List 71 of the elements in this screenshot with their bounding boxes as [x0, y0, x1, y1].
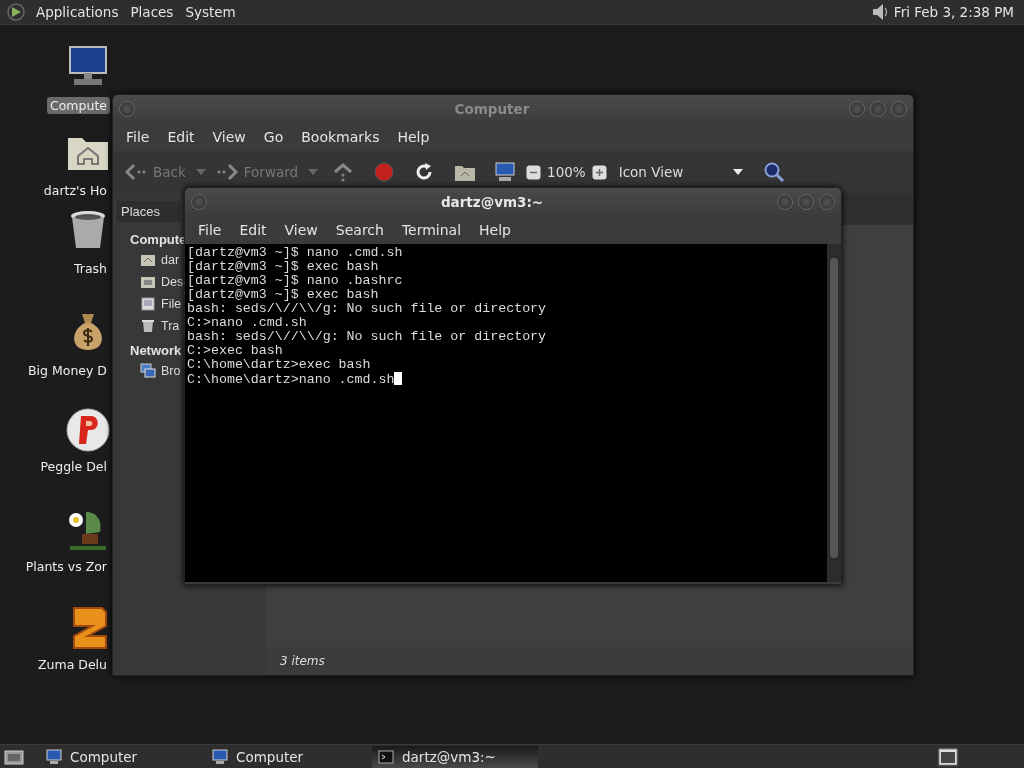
desktop-icon-label[interactable]: Trash: [70, 260, 110, 277]
panel-menu[interactable]: System: [179, 4, 242, 20]
window-title: Computer: [453, 101, 531, 117]
sidebar-item[interactable]: Tra: [161, 319, 180, 333]
panel-menu[interactable]: Places: [124, 4, 180, 20]
terminal-icon: [378, 749, 394, 765]
clock[interactable]: Fri Feb 3, 2:38 PM: [889, 4, 1024, 20]
network-icon[interactable]: [140, 363, 156, 379]
sidebar-item[interactable]: File: [161, 297, 182, 311]
terminal-line: bash: seds/\//\\/g: No such file or directory: [187, 329, 547, 344]
menu-item[interactable]: File: [117, 129, 159, 145]
text-cursor: [394, 372, 403, 385]
terminal-line: bash: seds/\//\\/g: No such file or directory: [187, 301, 547, 316]
menu-item[interactable]: View: [203, 129, 255, 145]
search-icon[interactable]: [763, 161, 786, 183]
status-bar: 3 items: [266, 647, 913, 675]
desktop-icon-label[interactable]: Peggle Del: [37, 458, 110, 475]
menu-item[interactable]: Go: [254, 129, 293, 145]
taskbar-button[interactable]: Computer: [206, 746, 372, 768]
sidebar-item[interactable]: Bro: [161, 364, 181, 378]
up-arrow-icon[interactable]: [332, 162, 355, 182]
taskbar-button[interactable]: dartz@vm3:~: [372, 746, 538, 768]
workspace-icon[interactable]: [938, 748, 958, 766]
computer-icon[interactable]: [494, 162, 517, 182]
computer-icon: [46, 749, 62, 765]
menu-item[interactable]: Help: [470, 222, 520, 238]
ball-icon[interactable]: [64, 406, 112, 454]
terminal-line: [dartz@vm3 ~]$ exec bash: [187, 287, 379, 302]
desktop-icon-label[interactable]: dartz's Ho: [40, 182, 110, 199]
zoom-level: 100%: [547, 164, 586, 180]
desktop-icon-label[interactable]: Plants vs Zor: [22, 558, 110, 575]
view-dropdown[interactable]: Icon View: [612, 162, 750, 182]
terminal-line: [dartz@vm3 ~]$ exec bash: [187, 259, 379, 274]
sidebar-section-title: Compute: [129, 231, 187, 249]
sidebar-section-title: Network: [129, 342, 182, 360]
terminal-line: C:\home\dartz>exec bash: [187, 357, 371, 372]
home-icon[interactable]: [140, 252, 156, 268]
desktop-icon-label[interactable]: Zuma Delu: [35, 656, 110, 673]
back-arrow-icon: [125, 163, 147, 181]
trash-icon[interactable]: [140, 318, 156, 334]
menu-item[interactable]: File: [189, 222, 231, 238]
desktop-icon-label[interactable]: Compute: [47, 97, 110, 114]
menu-item[interactable]: View: [275, 222, 327, 238]
scrollbar[interactable]: [827, 244, 841, 582]
menu-item[interactable]: Edit: [158, 129, 204, 145]
forward-arrow-icon: [215, 163, 238, 181]
panel-menu[interactable]: Applications: [30, 4, 125, 20]
show-desktop-icon[interactable]: [4, 748, 24, 766]
terminal-line: C:>exec bash: [187, 343, 283, 358]
taskbar-button[interactable]: Computer: [40, 746, 206, 768]
places-dropdown[interactable]: Places: [117, 201, 181, 222]
menu-item[interactable]: Terminal: [392, 222, 471, 238]
logo-icon[interactable]: [6, 2, 26, 22]
window-title: dartz@vm3:~: [439, 194, 545, 210]
computer-icon: [212, 749, 228, 765]
menu-item[interactable]: Help: [388, 129, 439, 145]
terminal-line: [dartz@vm3 ~]$ nano .bashrc: [187, 273, 403, 288]
desktop-icon[interactable]: [140, 274, 156, 290]
menu-item[interactable]: Bookmarks: [292, 129, 389, 145]
zoom-in-icon[interactable]: [591, 164, 607, 180]
zoom-out-icon[interactable]: [526, 164, 542, 180]
menu-item[interactable]: Search: [326, 222, 393, 238]
terminal-line: C:\home\dartz>nano .cmd.sh: [187, 372, 395, 387]
sidebar-item[interactable]: Des: [161, 275, 184, 289]
terminal-line: C:>nano .cmd.sh: [187, 315, 307, 330]
terminal-line: [dartz@vm3 ~]$ nano .cmd.sh: [187, 245, 403, 260]
drive-icon[interactable]: [140, 296, 156, 312]
sidebar-item[interactable]: dar: [161, 253, 180, 267]
desktop-icon-label[interactable]: Big Money D: [25, 362, 110, 379]
menu-item[interactable]: Edit: [230, 222, 276, 238]
caret-icon: [733, 169, 744, 175]
